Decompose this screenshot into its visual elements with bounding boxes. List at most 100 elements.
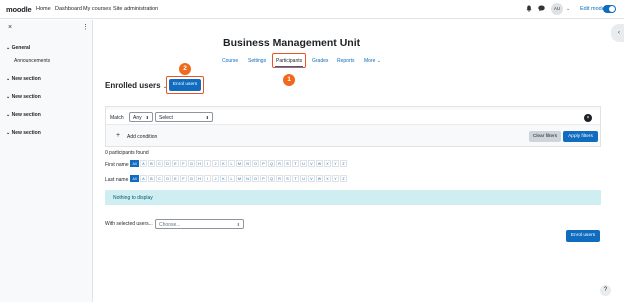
first-initial-h[interactable]: H [196, 160, 203, 167]
with-selected-select[interactable]: Choose... ⬍ [155, 219, 244, 229]
last-initial-y[interactable]: Y [332, 175, 339, 182]
last-initial-c[interactable]: C [156, 175, 163, 182]
highlight-participants [272, 53, 306, 68]
first-initial-i[interactable]: I [204, 160, 211, 167]
tab-grades[interactable]: Grades [312, 58, 328, 64]
first-initial-k[interactable]: K [220, 160, 227, 167]
drawer-section-general[interactable]: ⌄ General [6, 45, 30, 51]
close-drawer-icon[interactable]: × [8, 24, 12, 31]
drawer-section-4[interactable]: ⌄ New section [6, 130, 41, 136]
first-initial-u[interactable]: U [300, 160, 307, 167]
last-initial-k[interactable]: K [220, 175, 227, 182]
chevron-left-icon: ‹ [618, 30, 620, 36]
last-name-label: Last name [105, 177, 129, 183]
edit-mode-toggle[interactable] [603, 5, 616, 13]
last-initial-h[interactable]: H [196, 175, 203, 182]
drawer-section-3[interactable]: ⌄ New section [6, 112, 41, 118]
nav-site-administration[interactable]: Site administration [113, 6, 158, 12]
last-initial-r[interactable]: R [276, 175, 283, 182]
last-initial-o[interactable]: O [252, 175, 259, 182]
drawer-section-1[interactable]: ⌄ New section [6, 76, 41, 82]
first-initial-s[interactable]: S [284, 160, 291, 167]
last-initial-g[interactable]: G [188, 175, 195, 182]
last-initial-t[interactable]: T [292, 175, 299, 182]
messages-icon[interactable] [538, 5, 545, 14]
open-block-drawer-button[interactable]: ‹ [611, 24, 624, 42]
nav-home[interactable]: Home [36, 6, 51, 12]
first-initial-v[interactable]: V [308, 160, 315, 167]
step-badge-1: 1 [283, 74, 295, 86]
first-initial-q[interactable]: Q [268, 160, 275, 167]
last-initial-j[interactable]: J [212, 175, 219, 182]
last-initial-p[interactable]: P [260, 175, 267, 182]
first-name-label: First name [105, 162, 129, 168]
nav-my-courses[interactable]: My courses [83, 6, 111, 12]
first-initial-x[interactable]: X [324, 160, 331, 167]
last-initial-q[interactable]: Q [268, 175, 275, 182]
first-initial-l[interactable]: L [228, 160, 235, 167]
last-initial-a[interactable]: A [140, 175, 147, 182]
first-initial-all[interactable]: All [130, 160, 139, 167]
edit-mode-label[interactable]: Edit mode [580, 6, 605, 12]
enrol-users-bottom-button[interactable]: Enrol users [566, 230, 600, 242]
first-initial-e[interactable]: E [172, 160, 179, 167]
last-initial-v[interactable]: V [308, 175, 315, 182]
last-initial-d[interactable]: D [164, 175, 171, 182]
apply-filters-button[interactable]: Apply filters [563, 131, 598, 142]
add-condition-link[interactable]: Add condition [127, 134, 157, 140]
first-initial-f[interactable]: F [180, 160, 187, 167]
empty-results-alert: Nothing to display [105, 190, 601, 205]
moodle-logo[interactable]: moodle [6, 5, 32, 14]
remove-condition-icon[interactable]: × [584, 114, 592, 122]
last-initial-m[interactable]: M [236, 175, 243, 182]
step-badge-2: 2 [179, 63, 191, 75]
first-initial-d[interactable]: D [164, 160, 171, 167]
with-selected-label: With selected users... [105, 221, 153, 227]
first-initial-r[interactable]: R [276, 160, 283, 167]
first-initial-n[interactable]: N [244, 160, 251, 167]
first-initial-c[interactable]: C [156, 160, 163, 167]
first-initial-p[interactable]: P [260, 160, 267, 167]
notification-bell-icon[interactable] [526, 5, 532, 14]
last-initial-i[interactable]: I [204, 175, 211, 182]
drawer-item-announcements[interactable]: Announcements [14, 58, 50, 64]
last-initial-f[interactable]: F [180, 175, 187, 182]
tab-course[interactable]: Course [222, 58, 238, 64]
first-initial-z[interactable]: Z [340, 160, 347, 167]
participants-found-count: 0 participants found [105, 150, 149, 156]
last-initial-e[interactable]: E [172, 175, 179, 182]
filter-type-select[interactable]: Select ⬍ [155, 112, 213, 122]
first-initial-a[interactable]: A [140, 160, 147, 167]
nav-dashboard[interactable]: Dashboard [55, 6, 82, 12]
chevron-down-icon[interactable]: ⌄ [566, 6, 570, 12]
first-initial-y[interactable]: Y [332, 160, 339, 167]
first-initial-w[interactable]: W [316, 160, 323, 167]
last-initial-b[interactable]: B [148, 175, 155, 182]
enrolled-users-heading[interactable]: Enrolled users ⌄ [105, 81, 167, 90]
user-avatar[interactable]: AU [551, 3, 563, 15]
last-initial-l[interactable]: L [228, 175, 235, 182]
help-icon[interactable]: ? [600, 285, 611, 296]
tab-reports[interactable]: Reports [337, 58, 355, 64]
match-select[interactable]: Any ⬍ [129, 112, 153, 122]
first-initial-g[interactable]: G [188, 160, 195, 167]
clear-filters-button[interactable]: Clear filters [529, 131, 561, 142]
last-initial-z[interactable]: Z [340, 175, 347, 182]
last-initial-x[interactable]: X [324, 175, 331, 182]
first-initial-j[interactable]: J [212, 160, 219, 167]
last-initial-n[interactable]: N [244, 175, 251, 182]
last-name-initials-bar: All A B C D E F G H I J K L M N O P Q R S T U V W X Y Z [130, 175, 347, 182]
last-initial-all[interactable]: All [130, 175, 139, 182]
last-initial-s[interactable]: S [284, 175, 291, 182]
tab-more[interactable]: More ⌄ [364, 58, 381, 64]
first-initial-t[interactable]: T [292, 160, 299, 167]
last-initial-u[interactable]: U [300, 175, 307, 182]
kebab-menu-icon[interactable]: ⋮ [82, 23, 89, 31]
last-initial-w[interactable]: W [316, 175, 323, 182]
tab-settings[interactable]: Settings [248, 58, 266, 64]
drawer-section-2[interactable]: ⌄ New section [6, 94, 41, 100]
first-initial-o[interactable]: O [252, 160, 259, 167]
first-initial-m[interactable]: M [236, 160, 243, 167]
plus-icon[interactable]: + [116, 132, 120, 139]
first-initial-b[interactable]: B [148, 160, 155, 167]
